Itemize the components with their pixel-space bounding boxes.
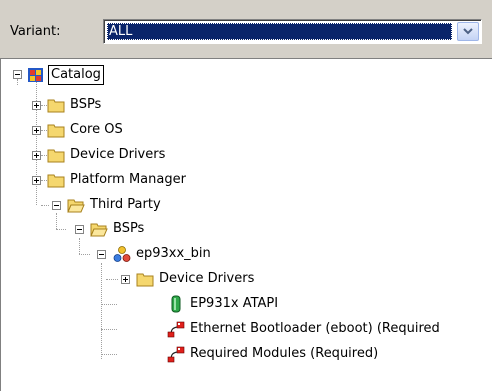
folder-icon xyxy=(47,149,65,163)
tree-line xyxy=(17,79,19,85)
variant-selected-value: ALL xyxy=(107,23,452,40)
catalog-panel: Variant: ALL Catalog BSPs Core OS Device… xyxy=(0,0,492,391)
tree-node-label: BSPs xyxy=(113,221,145,236)
tree-line xyxy=(101,329,117,331)
tree-node-label: Platform Manager xyxy=(70,172,186,187)
tree-node-label: BSPs xyxy=(70,97,102,112)
tree-node-bsps[interactable]: BSPs xyxy=(47,94,103,116)
tree-node-label: Device Drivers xyxy=(159,271,255,286)
open-folder-icon xyxy=(90,223,108,237)
folder-icon xyxy=(47,124,65,138)
tree-node-required-modules[interactable]: Required Modules (Required) xyxy=(167,343,380,365)
tree-node-third-party-bsps[interactable]: BSPs xyxy=(69,218,146,240)
required-module-icon xyxy=(167,321,185,338)
folder-icon xyxy=(47,99,65,113)
required-module-icon xyxy=(167,346,185,363)
tree-node-bsp-device-drivers[interactable]: Device Drivers xyxy=(136,268,256,290)
expand-core-os-button[interactable] xyxy=(32,126,41,135)
catalog-tree[interactable]: Catalog BSPs Core OS Device Drivers Plat… xyxy=(0,58,492,391)
tree-node-ethernet-bootloader[interactable]: Ethernet Bootloader (eboot) (Required xyxy=(167,318,442,340)
tree-node-core-os[interactable]: Core OS xyxy=(47,119,125,141)
tree-node-label: Core OS xyxy=(70,122,123,137)
tree-line xyxy=(106,279,118,281)
tree-node-label: EP931x ATAPI xyxy=(190,296,279,311)
tree-node-label: ep93xx_bin xyxy=(136,246,211,261)
tree-node-platform-manager[interactable]: Platform Manager xyxy=(47,169,188,191)
tree-line xyxy=(36,79,38,205)
tree-line xyxy=(101,263,103,359)
variant-dropdown[interactable]: ALL xyxy=(103,19,482,44)
chevron-down-icon xyxy=(463,28,473,35)
expand-bsp-device-drivers-button[interactable] xyxy=(121,275,130,284)
tree-node-label: Required Modules (Required) xyxy=(190,346,379,361)
open-folder-icon xyxy=(67,199,85,213)
expand-bsps-button[interactable] xyxy=(32,101,41,110)
folder-icon xyxy=(136,273,154,287)
expand-platform-manager-button[interactable] xyxy=(32,176,41,185)
driver-component-icon xyxy=(171,295,181,313)
expand-device-drivers-button[interactable] xyxy=(32,151,41,160)
tree-line xyxy=(79,238,81,254)
tree-node-label: Third Party xyxy=(90,197,161,212)
tree-node-label: Ethernet Bootloader (eboot) (Required xyxy=(190,321,440,336)
collapse-catalog-button[interactable] xyxy=(13,70,22,79)
tree-line xyxy=(79,254,90,256)
tree-node-label: Device Drivers xyxy=(70,147,166,162)
tree-node-ep931x-atapi[interactable]: EP931x ATAPI xyxy=(167,293,280,315)
tree-line xyxy=(56,229,66,231)
tree-node-label: Catalog xyxy=(48,65,104,85)
tree-node-catalog[interactable]: Catalog xyxy=(27,64,104,86)
tree-node-device-drivers[interactable]: Device Drivers xyxy=(47,144,167,166)
tree-node-third-party[interactable]: Third Party xyxy=(47,194,163,216)
dropdown-arrow-button[interactable] xyxy=(457,22,479,41)
tree-node-ep93xx-bin[interactable]: ep93xx_bin xyxy=(91,243,213,265)
bsp-component-icon xyxy=(113,246,131,262)
folder-icon xyxy=(47,174,65,188)
variant-label: Variant: xyxy=(10,24,61,39)
catalog-icon xyxy=(28,68,43,82)
tree-line xyxy=(101,354,117,356)
tree-line xyxy=(101,304,117,306)
